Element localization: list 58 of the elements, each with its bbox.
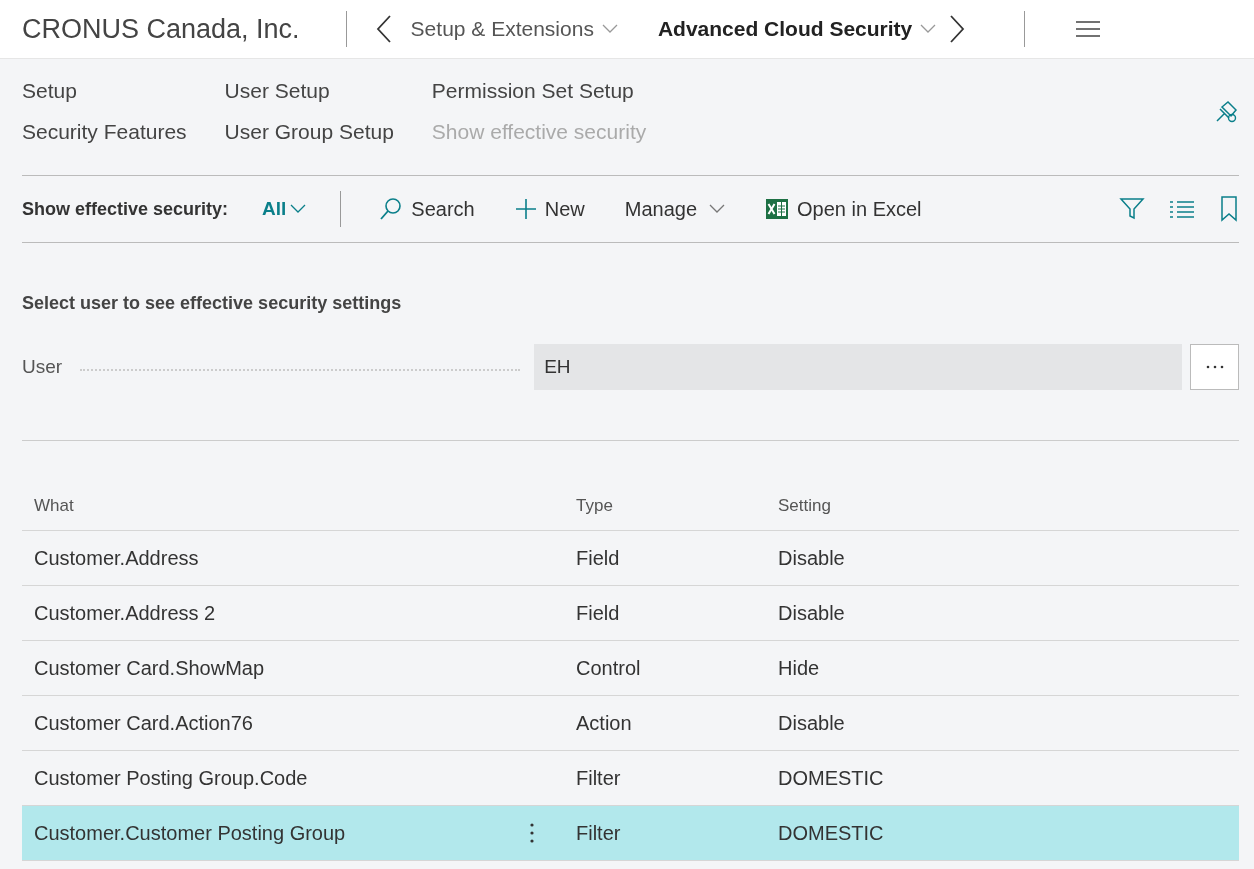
ellipsis-icon <box>1204 364 1225 370</box>
forward-icon[interactable] <box>948 14 967 44</box>
user-field[interactable]: EH <box>534 344 1182 390</box>
table-row[interactable]: Customer.Address Field Disable <box>22 531 1239 586</box>
table-cell: Hide <box>778 656 820 680</box>
back-icon[interactable] <box>374 14 393 44</box>
table-cell: Action <box>576 711 632 735</box>
breadcrumb[interactable]: Setup & Extensions <box>410 17 618 41</box>
table-cell: Filter <box>576 821 621 845</box>
table-cell: Customer.Customer Posting Group <box>34 821 346 845</box>
spreadsheet-icon <box>765 197 790 221</box>
chevron-down-icon <box>709 204 726 214</box>
filter-icon[interactable] <box>1119 196 1145 222</box>
table-cell: Disable <box>778 601 845 625</box>
table-cell: Filter <box>576 766 621 790</box>
column-header[interactable]: Type <box>576 495 613 516</box>
menu-icon[interactable] <box>1075 20 1102 38</box>
chevron-down-icon <box>920 24 937 34</box>
table-row[interactable]: Customer.Customer Posting Group Filter DOMESTIC <box>22 806 1239 861</box>
table-cell: DOMESTIC <box>778 821 884 845</box>
table-cell: Disable <box>778 711 845 735</box>
table-row[interactable]: Customer Card.ShowMap Control Hide <box>22 641 1239 696</box>
table-cell: Field <box>576 546 620 570</box>
toolbar-button[interactable]: Search <box>379 197 475 221</box>
plus-icon <box>514 198 537 220</box>
toolbar-button[interactable]: Manage <box>624 197 726 221</box>
chevron-down-icon <box>601 24 618 34</box>
table-cell: Customer.Address 2 <box>34 601 216 625</box>
list-icon[interactable] <box>1169 199 1195 219</box>
table-cell: Customer Posting Group.Code <box>34 766 308 790</box>
toolbar-button[interactable]: New <box>514 197 585 221</box>
table-cell: Customer.Address <box>34 546 199 570</box>
table-cell: Disable <box>778 546 845 570</box>
column-header[interactable]: Setting <box>778 495 831 516</box>
table-cell: Field <box>576 601 620 625</box>
table-row[interactable]: Customer Card.Action76 Action Disable <box>22 696 1239 751</box>
table-cell: Customer Card.Action76 <box>34 711 253 735</box>
chevron-down-icon <box>290 204 307 214</box>
breadcrumb[interactable]: Advanced Cloud Security <box>657 17 937 41</box>
search-icon <box>379 197 404 221</box>
table-cell: DOMESTIC <box>778 766 884 790</box>
column-header[interactable]: What <box>34 495 74 516</box>
action-link[interactable]: Security Features <box>22 118 187 146</box>
toolbar-button[interactable]: Open in Excel <box>765 197 922 221</box>
table-row[interactable]: Customer.Address 2 Field Disable <box>22 586 1239 641</box>
action-link[interactable]: User Group Setup <box>224 118 394 146</box>
table-cell: Customer Card.ShowMap <box>34 656 265 680</box>
section-heading: Select user to see effective security settings <box>22 293 403 314</box>
table-cell: Control <box>576 656 641 680</box>
field-label: User <box>22 356 63 378</box>
action-link[interactable]: Permission Set Setup <box>431 77 647 105</box>
more-options-icon[interactable] <box>529 822 535 844</box>
filter-dropdown[interactable]: All <box>262 198 307 220</box>
company-name: CRONUS Canada, Inc. <box>22 13 300 45</box>
action-link[interactable]: User Setup <box>224 77 394 105</box>
filter-label: Show effective security: <box>22 198 229 220</box>
bookmark-icon[interactable] <box>1219 196 1239 222</box>
action-link[interactable]: Setup <box>22 77 187 105</box>
